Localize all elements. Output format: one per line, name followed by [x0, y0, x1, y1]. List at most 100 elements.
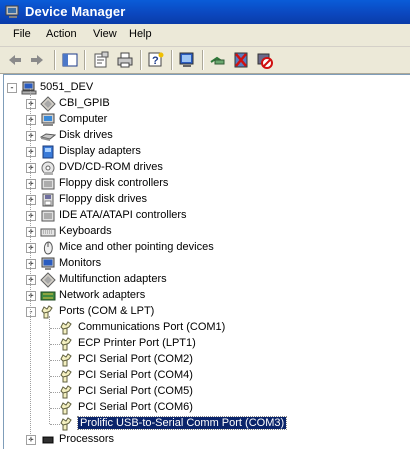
properties-icon[interactable]	[92, 51, 110, 69]
menu-bar: File Action View Help	[0, 24, 410, 47]
toolbar-separator	[84, 50, 86, 70]
tree-item[interactable]: + Display adapters	[4, 144, 404, 160]
tree-item[interactable]: + Disk drives	[4, 128, 404, 144]
expand-toggle[interactable]: +	[26, 179, 36, 189]
tree-item[interactable]: + Monitors	[4, 256, 404, 272]
tree-item[interactable]: + Mice and other pointing devices	[4, 240, 404, 256]
toolbar-separator	[171, 50, 173, 70]
tree-item[interactable]: + DVD/CD-ROM drives	[4, 160, 404, 176]
toolbar: ?	[0, 47, 410, 74]
tree-item[interactable]: + Network adapters	[4, 288, 404, 304]
menu-file[interactable]: File	[13, 28, 31, 40]
tree-item-label: Floppy disk drives	[59, 193, 148, 205]
tree-item[interactable]: + Multifunction adapters	[4, 272, 404, 288]
expand-toggle[interactable]: +	[26, 435, 36, 445]
tree-item-label: Monitors	[59, 257, 102, 269]
tree-item-label: PCI Serial Port (COM4)	[78, 369, 193, 381]
uninstall-icon[interactable]	[232, 51, 250, 69]
network-adapter-icon	[40, 288, 56, 304]
tree-item-label: IDE ATA/ATAPI controllers	[59, 209, 187, 221]
monitor-icon	[40, 256, 56, 272]
port-icon	[40, 304, 56, 320]
svg-text:?: ?	[152, 55, 159, 67]
tree-item-label: PCI Serial Port (COM5)	[78, 385, 193, 397]
collapse-toggle[interactable]: -	[26, 307, 36, 317]
tree-item-label: Ports (COM & LPT)	[59, 305, 155, 317]
tree-item[interactable]: + Keyboards	[4, 224, 404, 240]
expand-toggle[interactable]: +	[26, 275, 36, 285]
tree-item-label-selected: Prolific USB-to-Serial Comm Port (COM3)	[76, 416, 288, 430]
print-icon[interactable]	[116, 51, 134, 69]
expand-toggle[interactable]: +	[26, 131, 36, 141]
port-item[interactable]: ECP Printer Port (LPT1)	[4, 336, 404, 352]
cbi-gpib-icon	[40, 96, 56, 112]
disk-drive-icon	[39, 128, 57, 144]
expand-toggle[interactable]: +	[26, 115, 36, 125]
expand-toggle[interactable]: +	[26, 291, 36, 301]
tree-connector	[50, 360, 60, 361]
tree-item-ports[interactable]: - Ports (COM & LPT)	[4, 304, 404, 320]
tree-item-label: 5051_DEV	[40, 81, 94, 93]
update-driver-icon[interactable]	[209, 51, 227, 69]
port-icon	[59, 400, 75, 416]
expand-toggle[interactable]: +	[26, 227, 36, 237]
back-icon[interactable]	[6, 51, 24, 69]
menu-help[interactable]: Help	[129, 28, 152, 40]
tree-item-label: Multifunction adapters	[59, 273, 167, 285]
tree-item-label: Mice and other pointing devices	[59, 241, 214, 253]
port-icon	[59, 336, 75, 352]
scan-hardware-icon[interactable]	[178, 51, 196, 69]
tree-item[interactable]: + Computer	[4, 112, 404, 128]
port-item[interactable]: PCI Serial Port (COM6)	[4, 400, 404, 416]
expand-toggle[interactable]: +	[26, 195, 36, 205]
keyboard-icon	[40, 224, 56, 240]
display-adapter-icon	[40, 144, 56, 160]
disable-icon[interactable]	[255, 51, 273, 69]
tree-item[interactable]: + Processors	[4, 432, 404, 448]
tree-item-label: Computer	[59, 113, 108, 125]
tree-connector	[50, 344, 60, 345]
port-item[interactable]: PCI Serial Port (COM4)	[4, 368, 404, 384]
port-icon	[59, 320, 75, 336]
tree-item-label: ECP Printer Port (LPT1)	[78, 337, 196, 349]
menu-action[interactable]: Action	[46, 28, 77, 40]
floppy-drive-icon	[40, 192, 56, 208]
port-item[interactable]: Prolific USB-to-Serial Comm Port (COM3)	[4, 416, 404, 432]
tree-connector	[50, 376, 60, 377]
help-icon[interactable]: ?	[147, 51, 165, 69]
forward-icon[interactable]	[28, 51, 46, 69]
mouse-icon	[40, 240, 56, 256]
tree-connector	[30, 88, 31, 440]
tree-item[interactable]: + Floppy disk drives	[4, 192, 404, 208]
menu-view[interactable]: View	[93, 28, 117, 40]
title-bar: Device Manager	[0, 0, 410, 24]
port-item[interactable]: PCI Serial Port (COM5)	[4, 384, 404, 400]
toolbar-separator	[54, 50, 56, 70]
expand-toggle[interactable]: +	[26, 211, 36, 221]
tree-root[interactable]: - 5051_DEV	[4, 80, 404, 96]
tree-item-label: Floppy disk controllers	[59, 177, 169, 189]
expand-toggle[interactable]: +	[26, 243, 36, 253]
device-manager-icon	[5, 5, 19, 18]
tree-item-label: Display adapters	[59, 145, 141, 157]
root-computer-icon	[21, 80, 37, 96]
floppy-controller-icon	[40, 176, 56, 192]
expand-toggle[interactable]: +	[26, 259, 36, 269]
collapse-toggle[interactable]: -	[7, 83, 17, 93]
tree-item-label: Communications Port (COM1)	[78, 321, 226, 333]
computer-icon	[40, 112, 56, 128]
port-icon	[59, 352, 75, 368]
expand-toggle[interactable]: +	[26, 99, 36, 109]
multifunction-icon	[40, 272, 56, 288]
expand-toggle[interactable]: +	[26, 163, 36, 173]
device-tree[interactable]: -5051_DEV + CBI_GPIB + Computer + Disk drives +…	[3, 74, 410, 449]
tree-item[interactable]: + CBI_GPIB	[4, 96, 404, 112]
tree-item[interactable]: + IDE ATA/ATAPI controllers	[4, 208, 404, 224]
port-item[interactable]: PCI Serial Port (COM2)	[4, 352, 404, 368]
expand-toggle[interactable]: +	[26, 147, 36, 157]
port-icon	[59, 416, 75, 432]
tree-item[interactable]: + Floppy disk controllers	[4, 176, 404, 192]
processor-icon	[40, 432, 56, 448]
show-hide-tree-icon[interactable]	[61, 51, 79, 69]
port-item[interactable]: Communications Port (COM1)	[4, 320, 404, 336]
